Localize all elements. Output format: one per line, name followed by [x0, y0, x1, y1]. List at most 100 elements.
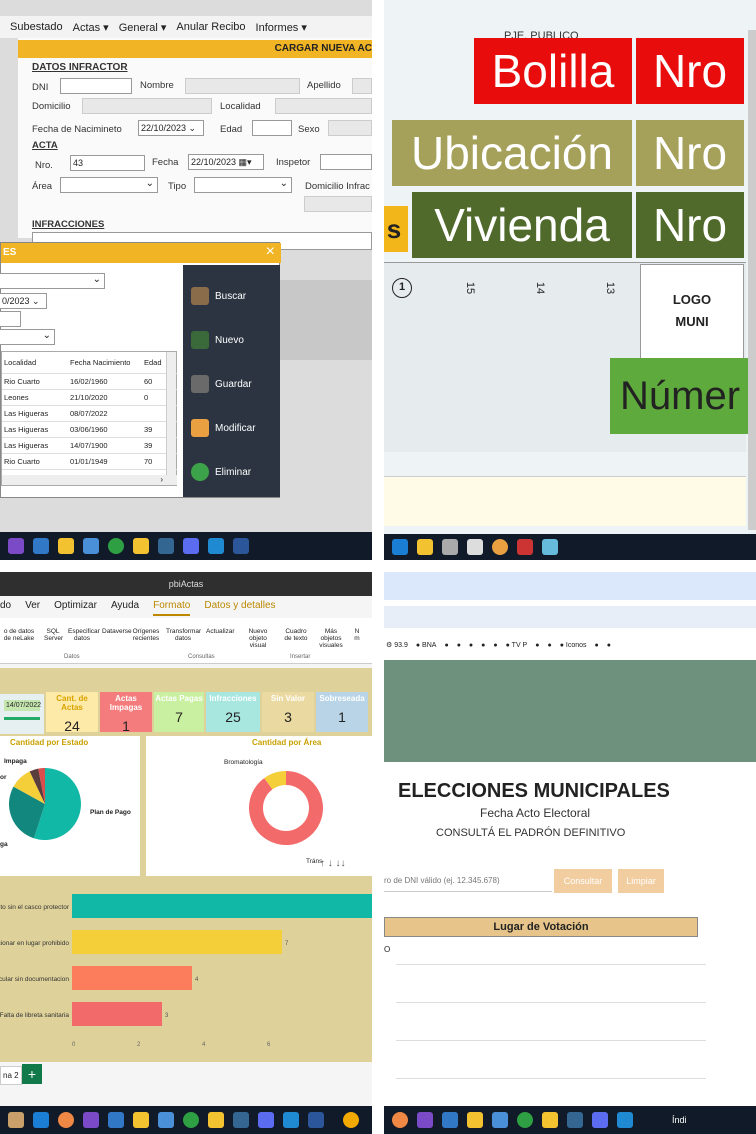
app3-icon[interactable] — [258, 1112, 274, 1128]
word-icon[interactable] — [233, 538, 249, 554]
bookmark-1[interactable]: ⚙ 93.9 — [386, 641, 408, 649]
bookmark-iconos[interactable]: ● Iconos — [560, 642, 587, 649]
menu-subestado[interactable]: Subestado — [10, 21, 63, 33]
ribbon-onelake[interactable]: o de datos de neLake — [0, 628, 38, 663]
apellido-input[interactable] — [352, 78, 372, 94]
folder-icon[interactable] — [417, 539, 433, 555]
modificar-button[interactable]: Modificar — [191, 415, 280, 441]
mail-icon[interactable] — [467, 539, 483, 555]
date-slicer[interactable]: 14/07/2022 — [0, 694, 44, 734]
app3-icon[interactable] — [542, 539, 558, 555]
vscode-icon[interactable] — [617, 1112, 633, 1128]
page-tab[interactable]: na 2 — [0, 1066, 22, 1085]
bar[interactable] — [72, 1002, 162, 1026]
vs-icon[interactable] — [417, 1112, 433, 1128]
domicilio-input[interactable] — [82, 98, 212, 114]
chrome-icon[interactable] — [108, 538, 124, 554]
dni-input[interactable]: ro de DNI válido (ej. 12.345.678) — [384, 870, 552, 892]
folder-icon[interactable] — [58, 538, 74, 554]
app2-icon[interactable] — [592, 1112, 608, 1128]
chrome2-icon[interactable] — [517, 1112, 533, 1128]
close-icon[interactable]: × — [266, 243, 275, 261]
app2-icon[interactable] — [517, 539, 533, 555]
buscar-button[interactable]: Buscar — [191, 283, 280, 309]
app-icon[interactable] — [8, 1112, 24, 1128]
menu-informes[interactable]: Informes ▾ — [256, 21, 307, 34]
app-icon[interactable] — [492, 1112, 508, 1128]
domicilio-infrac-input[interactable] — [304, 196, 372, 212]
app-icon[interactable] — [442, 539, 458, 555]
app2-icon[interactable] — [183, 538, 199, 554]
mail-icon[interactable] — [442, 1112, 458, 1128]
pg-icon[interactable] — [158, 538, 174, 554]
ribbon-origenes[interactable]: Orígenes recientes — [132, 628, 160, 663]
address-bar[interactable] — [384, 606, 756, 628]
bookmark-tvp[interactable]: ● TV P — [506, 642, 528, 649]
ie-icon[interactable] — [33, 1112, 49, 1128]
fecha-nac-input[interactable]: 22/10/2023 ⌄ — [138, 120, 204, 136]
ribbon-sql[interactable]: SQL Server — [44, 628, 63, 663]
localidad-input[interactable] — [275, 98, 372, 114]
date-slider[interactable] — [4, 717, 40, 720]
bar[interactable] — [72, 930, 282, 954]
chrome-icon[interactable] — [492, 539, 508, 555]
pg-icon[interactable] — [567, 1112, 583, 1128]
bar[interactable] — [72, 894, 372, 918]
popup-date[interactable]: 0/2023 ⌄ — [0, 293, 47, 309]
menu-anular[interactable]: Anular Recibo — [176, 21, 245, 33]
bookmark-bna[interactable]: ● BNA — [416, 642, 437, 649]
vs-icon[interactable] — [83, 1112, 99, 1128]
fecha-input[interactable]: 22/10/2023 ▦▾ — [188, 154, 264, 170]
nuevo-button[interactable]: Nuevo — [191, 327, 280, 353]
nombre-input[interactable] — [185, 78, 300, 94]
donut-slice[interactable] — [264, 771, 287, 790]
chrome-icon[interactable] — [58, 1112, 74, 1128]
chrome-icon[interactable] — [392, 1112, 408, 1128]
eliminar-button[interactable]: Eliminar — [191, 459, 280, 485]
ie-icon[interactable] — [392, 539, 408, 555]
chrome2-icon[interactable] — [183, 1112, 199, 1128]
tab-inicio[interactable]: do — [0, 600, 11, 616]
powerbi-icon[interactable] — [542, 1112, 558, 1128]
add-page-button[interactable]: + — [22, 1064, 42, 1084]
folder-icon[interactable] — [467, 1112, 483, 1128]
tab-ayuda[interactable]: Ayuda — [111, 600, 139, 616]
table-row[interactable]: Las Higueras 03/06/1960 39 — [2, 422, 177, 438]
results-table[interactable]: Localidad Fecha Nacimiento Edad Rio Cuar… — [1, 351, 177, 486]
scrollbar[interactable] — [166, 352, 176, 476]
bar[interactable] — [72, 966, 192, 990]
mail-icon[interactable] — [33, 538, 49, 554]
menu-actas[interactable]: Actas ▾ — [73, 21, 109, 34]
ribbon-mas[interactable]: Más objetos visuales — [316, 628, 346, 663]
vscode-icon[interactable] — [283, 1112, 299, 1128]
tab-ver[interactable]: Ver — [25, 600, 40, 616]
ribbon-dataverse[interactable]: Dataverse — [102, 628, 132, 663]
inspector-input[interactable] — [320, 154, 372, 170]
powerbi-icon[interactable] — [208, 1112, 224, 1128]
area-select[interactable]: ⌄ — [60, 177, 158, 193]
popup-input[interactable] — [0, 311, 21, 327]
popup-select-2[interactable]: ⌄ — [0, 329, 55, 345]
vscode-icon[interactable] — [208, 538, 224, 554]
edad-input[interactable] — [252, 120, 292, 136]
bookmark-icon[interactable]: ● — [444, 642, 448, 649]
table-row[interactable]: Las Higueras 08/07/2022 — [2, 406, 177, 422]
folder-icon[interactable] — [133, 1112, 149, 1128]
powerbi-icon[interactable] — [133, 538, 149, 554]
nro-input[interactable]: 43 — [70, 155, 145, 171]
right-scrollbar[interactable] — [748, 30, 756, 530]
table-row[interactable]: Las Higueras 14/07/1900 39 — [2, 438, 177, 454]
sexo-input[interactable] — [328, 120, 372, 136]
word-icon[interactable] — [308, 1112, 324, 1128]
app2-icon[interactable] — [158, 1112, 174, 1128]
pg-icon[interactable] — [233, 1112, 249, 1128]
consultar-button[interactable]: Consultar — [554, 869, 612, 893]
dni-input[interactable] — [60, 78, 132, 94]
menu-general[interactable]: General ▾ — [119, 21, 167, 34]
tab-datos[interactable]: Datos y detalles — [204, 600, 275, 616]
tipo-select[interactable]: ⌄ — [194, 177, 292, 193]
table-row[interactable]: Rio Cuarto 01/01/1949 70 — [2, 454, 177, 470]
guardar-button[interactable]: Guardar — [191, 371, 280, 397]
popup-select-1[interactable]: ⌄ — [0, 273, 105, 289]
ribbon-nuevo-visual[interactable]: Nuevo objeto visual — [240, 628, 276, 663]
